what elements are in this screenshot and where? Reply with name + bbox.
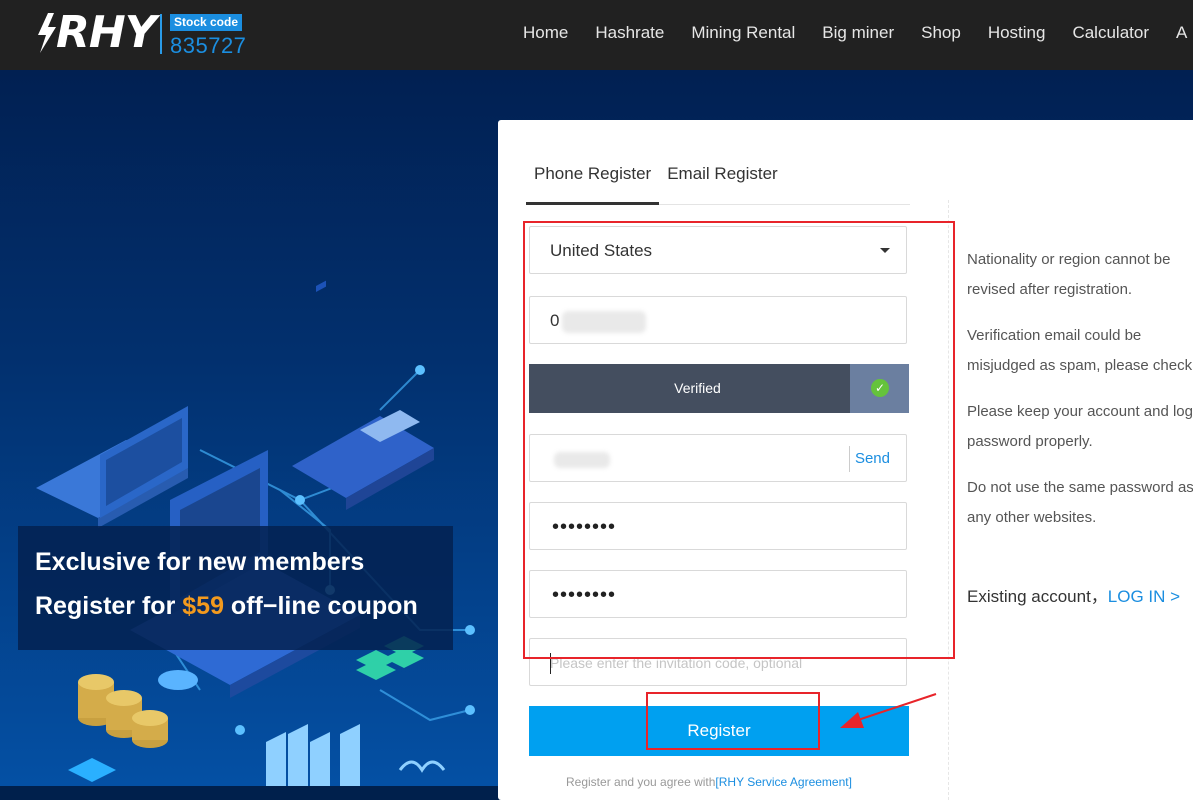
service-agreement-link[interactable]: [RHY Service Agreement] xyxy=(715,775,852,789)
country-value: United States xyxy=(550,241,653,260)
isometric-illustration xyxy=(36,280,475,786)
site-logo[interactable]: RHY xyxy=(34,7,157,58)
country-select[interactable]: United States xyxy=(529,226,907,274)
stock-code-value: 835727 xyxy=(170,33,247,58)
slider-handle[interactable]: ✓ xyxy=(850,364,909,413)
redacted-phone xyxy=(562,311,646,333)
promo-prefix: Register for xyxy=(35,592,183,620)
password-mask: •••••••• xyxy=(552,516,617,538)
nav-shop[interactable]: Shop xyxy=(921,0,961,66)
promo-banner: Exclusive for new members Register for $… xyxy=(18,526,453,650)
tips-list: Nationality or region cannot be revised … xyxy=(967,245,1193,549)
nav-home[interactable]: Home xyxy=(523,0,568,66)
tip-item: Do not use the same password as any othe… xyxy=(967,479,1193,526)
nav-big-miner[interactable]: Big miner xyxy=(822,0,894,66)
nav-hosting[interactable]: Hosting xyxy=(988,0,1046,66)
annotation-arrow-icon xyxy=(840,693,937,728)
promo-suffix: off−line coupon xyxy=(223,592,418,620)
login-link[interactable]: LOG IN > xyxy=(1108,587,1180,606)
slide-verification[interactable]: Verified ✓ xyxy=(529,364,909,413)
nav-hashrate[interactable]: Hashrate xyxy=(595,0,664,66)
nav-more[interactable]: A xyxy=(1176,0,1187,66)
tab-phone-register[interactable]: Phone Register xyxy=(526,160,660,205)
register-tabs: Phone Register Email Register xyxy=(526,160,910,205)
promo-coupon-line: Register for $59 off−line coupon xyxy=(35,592,418,621)
nav-mining-rental[interactable]: Mining Rental xyxy=(691,0,795,66)
redacted-code xyxy=(554,452,610,468)
promo-headline: Exclusive for new members xyxy=(35,548,365,576)
invitation-code-input[interactable]: Please enter the invitation code, option… xyxy=(529,638,907,686)
top-header: RHY Stock code 835727 Home Hashrate Mini… xyxy=(0,0,1193,70)
existing-account-text: Existing account， xyxy=(967,587,1108,606)
agreement-line: Register and you agree with[RHY Service … xyxy=(566,775,852,789)
check-icon: ✓ xyxy=(871,379,889,397)
verify-status: Verified xyxy=(674,380,721,396)
tip-item: Please keep your account and login passw… xyxy=(967,403,1193,450)
promo-amount: $59 xyxy=(182,592,224,620)
panel-divider xyxy=(948,200,949,800)
logo-text: RHY xyxy=(56,7,157,58)
password-input[interactable]: •••••••• xyxy=(529,502,907,550)
tip-item: Verification email could be misjudged as… xyxy=(967,327,1193,374)
send-code-button[interactable]: Send xyxy=(855,435,890,483)
text-caret xyxy=(550,653,551,674)
tip-item: Nationality or region cannot be revised … xyxy=(967,251,1171,298)
verification-code-input[interactable]: Send xyxy=(529,434,907,482)
phone-value: 0 xyxy=(550,311,560,330)
logo-divider xyxy=(160,14,162,54)
existing-account: Existing account，LOG IN > xyxy=(967,582,1180,607)
confirm-password-mask: •••••••• xyxy=(552,584,617,606)
chevron-down-icon xyxy=(880,248,890,253)
nav-calculator[interactable]: Calculator xyxy=(1072,0,1149,66)
main-nav: Home Hashrate Mining Rental Big miner Sh… xyxy=(523,0,1193,66)
confirm-password-input[interactable]: •••••••• xyxy=(529,570,907,618)
send-divider xyxy=(849,446,850,472)
agreement-text: Register and you agree with xyxy=(566,775,716,789)
stock-code-label: Stock code xyxy=(170,14,243,31)
invitation-placeholder: Please enter the invitation code, option… xyxy=(550,655,803,671)
phone-input[interactable]: 0 xyxy=(529,296,907,344)
tab-email-register[interactable]: Email Register xyxy=(659,160,786,202)
